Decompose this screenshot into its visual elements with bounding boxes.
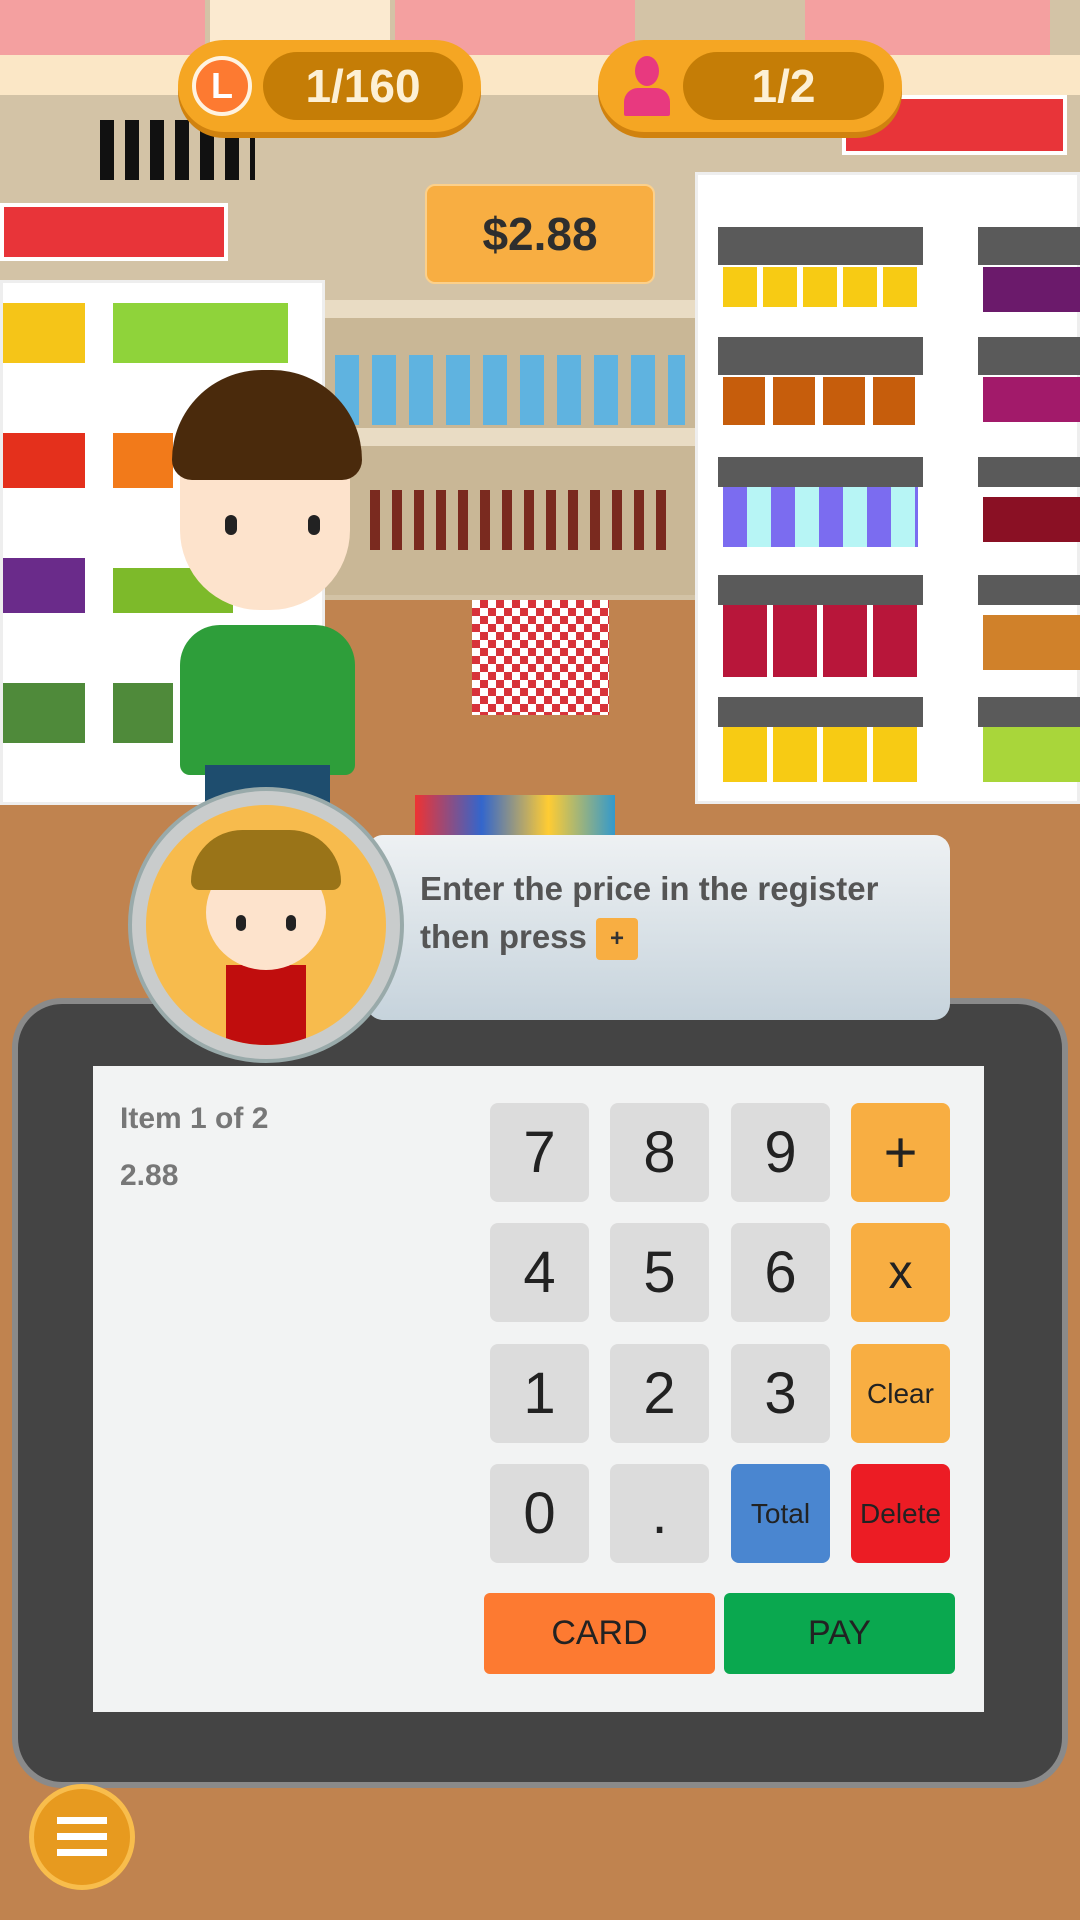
list-menu-icon xyxy=(57,1817,107,1857)
key-decimal[interactable]: . xyxy=(610,1464,709,1563)
wine-bottles xyxy=(370,490,670,550)
key-2[interactable]: 2 xyxy=(610,1344,709,1443)
key-4[interactable]: 4 xyxy=(490,1223,589,1322)
price-tag: $2.88 xyxy=(425,184,655,284)
key-9[interactable]: 9 xyxy=(731,1103,830,1202)
shopping-items xyxy=(415,795,615,835)
wall-trim xyxy=(0,55,1080,95)
level-value: 1/160 xyxy=(263,52,463,120)
shelf-board xyxy=(325,300,695,318)
customer-value: 1/2 xyxy=(683,52,884,120)
key-1[interactable]: 1 xyxy=(490,1344,589,1443)
customer-person-icon xyxy=(624,56,670,116)
cashier-avatar xyxy=(128,787,404,1063)
sign-red xyxy=(0,203,228,261)
card-button[interactable]: CARD xyxy=(484,1593,715,1674)
key-6[interactable]: 6 xyxy=(731,1223,830,1322)
key-delete[interactable]: Delete xyxy=(851,1464,950,1563)
key-plus[interactable]: + xyxy=(851,1103,950,1202)
menu-button[interactable] xyxy=(29,1784,135,1890)
level-counter: L 1/160 xyxy=(178,40,481,132)
level-L-icon: L xyxy=(192,56,252,116)
banner xyxy=(0,0,205,55)
right-shelf xyxy=(695,172,1080,804)
key-3[interactable]: 3 xyxy=(731,1344,830,1443)
pay-button[interactable]: PAY xyxy=(724,1593,955,1674)
key-7[interactable]: 7 xyxy=(490,1103,589,1202)
key-total[interactable]: Total xyxy=(731,1464,830,1563)
key-0[interactable]: 0 xyxy=(490,1464,589,1563)
customer-character xyxy=(160,370,390,810)
customer-counter: 1/2 xyxy=(598,40,902,132)
key-8[interactable]: 8 xyxy=(610,1103,709,1202)
entered-value: 2.88 xyxy=(120,1159,179,1192)
checkered-box xyxy=(472,600,609,715)
instruction-bubble: Enter the price in the register then pre… xyxy=(367,835,950,1020)
item-label: Item 1 of 2 xyxy=(120,1102,269,1135)
plus-key-hint: + xyxy=(596,918,639,961)
key-5[interactable]: 5 xyxy=(610,1223,709,1322)
key-clear[interactable]: Clear xyxy=(851,1344,950,1443)
key-multiply[interactable]: x xyxy=(851,1223,950,1322)
instruction-text: Enter the price in the register then pre… xyxy=(420,870,879,955)
